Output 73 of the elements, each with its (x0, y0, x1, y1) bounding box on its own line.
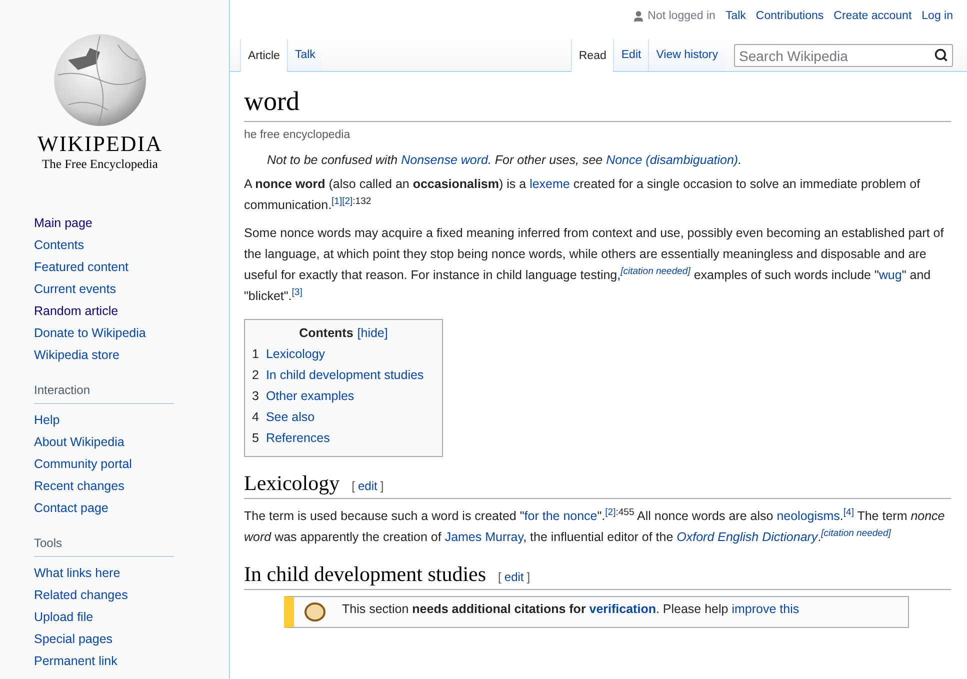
link[interactable]: Oxford English Dictionary (676, 530, 818, 544)
sidebar-link[interactable]: Community portal (34, 453, 132, 475)
bracket: ] (380, 479, 384, 493)
personal-link[interactable]: Contributions (756, 10, 824, 22)
bracket: [ (352, 479, 355, 493)
reference-link[interactable]: [2] (342, 196, 353, 207)
personal-link[interactable]: Create account (834, 10, 912, 22)
notice-text: This section needs additional citations for verification. Please help improve this (342, 602, 800, 616)
paragraph: Some nonce words may acquire a fixed meaning inferred from context and use, possibly even becoming an established part of the language, at which point they stop being nonce words, while others are essentially meaningless and disposable and are useful for exactly that reason. For instance in child language testing,$^{[citation needed]}$ examples of such words include "wug" and "blicket".$^{[3]}$ (244, 225, 945, 305)
bracket: ] (526, 570, 530, 584)
portal-heading: Tools (34, 536, 174, 557)
toc-item[interactable]: 4 See also (252, 407, 435, 428)
link[interactable]: Nonce (disambiguation) (606, 153, 738, 167)
emblem-icon (304, 602, 326, 622)
page-title: word (244, 85, 300, 118)
toc-item[interactable]: 2 In child development studies (252, 365, 435, 386)
link[interactable]: James Murray (444, 530, 524, 544)
reference-link[interactable]: [1] (332, 196, 342, 207)
reference-link[interactable]: [4] (843, 506, 854, 518)
sidebar-link[interactable]: Permanent link (34, 650, 118, 672)
reference-link[interactable]: [2] (605, 506, 616, 518)
edit-link[interactable]: edit (504, 570, 524, 584)
sidebar-link[interactable]: Upload file (34, 606, 94, 628)
sidebar-link[interactable]: About Wikipedia (34, 431, 124, 453)
link[interactable]: improve this (732, 602, 800, 616)
sidebar-link[interactable]: Random article (34, 300, 118, 322)
sidebar-link[interactable]: Contents (34, 234, 84, 256)
link[interactable]: neologisms (776, 509, 840, 523)
motto: The Free Encyclopedia (42, 156, 158, 172)
reference-link[interactable]: [3] (292, 286, 302, 298)
hide-link[interactable]: [hide] (357, 326, 388, 340)
sidebar-link[interactable]: Featured content (34, 256, 129, 278)
sidebar-link[interactable]: Donate to Wikipedia (34, 322, 146, 344)
search-field[interactable]: Search Wikipedia (734, 44, 953, 67)
portal-heading: Interaction (34, 383, 174, 404)
sidebar-link[interactable]: Current events (34, 278, 116, 300)
sidebar-link[interactable]: Help (34, 409, 60, 431)
sidebar-link[interactable]: Recent changes (34, 475, 124, 497)
link[interactable]: lexeme (530, 177, 570, 191)
toc-item[interactable]: 1 Lexicology (252, 344, 435, 365)
toc-title: Contents (299, 326, 354, 340)
section-heading: In child development studies (244, 562, 486, 587)
sidebar-link[interactable]: What links here (34, 562, 120, 584)
paragraph: The term is used because such a word is created "for the nonce".$^{[2]}$$^{:455}$ All nonce words are also neologisms.$^{[4]}$ The term nonce word was apparently the creation of James Murray, the influential editor of the Oxford English Dictionary.$^{[citation needed]}$ (244, 506, 946, 546)
link[interactable]: wug (878, 268, 902, 282)
citation-needed-link[interactable]: [citation needed] (620, 266, 690, 277)
toc-item[interactable]: 3 Other examples (252, 386, 435, 407)
login-status: Not logged in (632, 10, 716, 22)
tab[interactable]: View history (648, 39, 725, 71)
wordmark: WIKIPEDIA (37, 132, 163, 156)
sidebar-link[interactable]: Main page (34, 212, 92, 234)
hatnote: Not to be confused with Nonsense word. For other uses, see Nonce (disambiguation). (267, 153, 743, 167)
tagline: he free encyclopedia (244, 129, 352, 141)
personal-link[interactable]: Talk (725, 10, 746, 22)
sidebar-link[interactable]: Related changes (34, 584, 128, 606)
citation-needed-link[interactable]: [citation needed] (821, 528, 891, 539)
link[interactable]: verification (589, 602, 656, 616)
user-icon (632, 10, 645, 22)
tab[interactable]: Read (570, 39, 614, 72)
tab[interactable]: Talk (286, 39, 322, 71)
section-heading: Lexicology (244, 471, 340, 496)
toc-item[interactable]: 5 References (252, 428, 435, 449)
bracket: [ (498, 570, 502, 584)
tab[interactable]: Article (240, 39, 287, 72)
edit-link[interactable]: edit (358, 479, 378, 493)
personal-link[interactable]: Log in (922, 10, 953, 22)
search-icon[interactable] (934, 48, 948, 62)
tab[interactable]: Edit (613, 39, 648, 71)
sidebar-link[interactable]: Special pages (34, 628, 113, 650)
link[interactable]: Nonsense word (401, 153, 488, 167)
link[interactable]: for the nonce (524, 509, 598, 523)
sidebar-link[interactable]: Wikipedia store (34, 344, 120, 366)
sidebar-link[interactable]: Contact page (34, 497, 108, 519)
